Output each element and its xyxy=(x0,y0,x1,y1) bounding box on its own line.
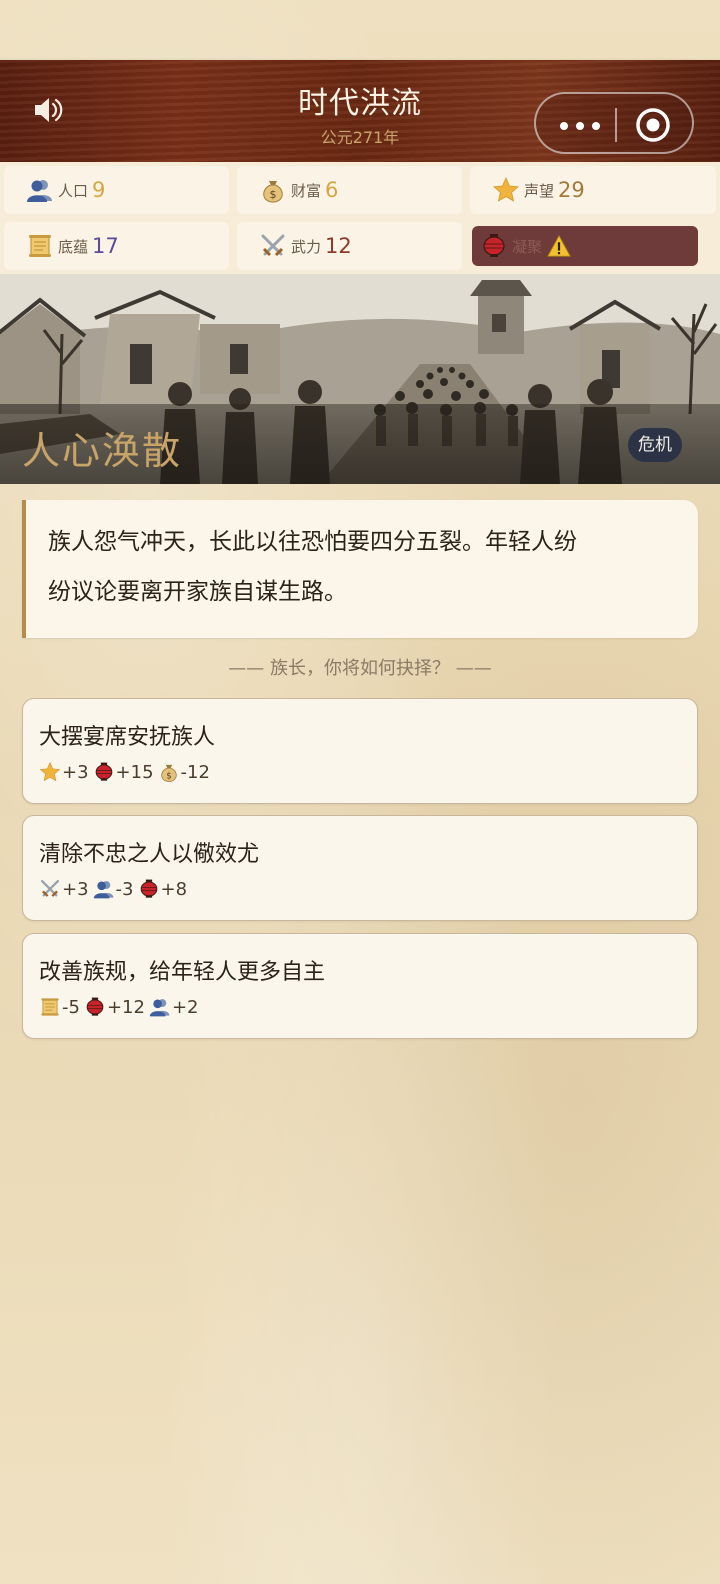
effect-item: -5 xyxy=(39,996,80,1018)
swords-icon xyxy=(259,232,287,260)
population-icon xyxy=(93,878,115,900)
warning-icon xyxy=(546,233,572,259)
description-line: 族人怨气冲天，长此以往恐怕要四分五裂。年轻人纷 xyxy=(48,529,577,555)
stat-wealth: 财富 6 xyxy=(237,166,462,214)
lantern-icon xyxy=(93,761,115,783)
effect-value: -3 xyxy=(115,878,134,900)
scroll-icon xyxy=(26,232,54,260)
stat-label: 底蕴 xyxy=(58,237,89,256)
effect-item: +2 xyxy=(149,996,199,1018)
effect-item: +3 xyxy=(39,761,89,783)
effect-value: +3 xyxy=(62,761,89,783)
choice-title: 大摆宴席安抚族人 xyxy=(39,725,216,750)
stat-label: 声望 xyxy=(524,181,555,200)
effect-item: -12 xyxy=(158,761,210,783)
swords-icon xyxy=(39,878,61,900)
stat-population: 人口 9 xyxy=(4,166,229,214)
effect-value: -12 xyxy=(180,761,210,783)
decision-prompt: —— 族长，你将如何抉择？ —— xyxy=(228,658,492,679)
choice-effects: -5 +12 +2 xyxy=(39,996,203,1018)
description-line: 纷议论要离开家族自谋生路。 xyxy=(48,579,347,605)
choice-effects: +3 -3 +8 xyxy=(39,878,191,900)
effect-item: +12 xyxy=(84,996,145,1018)
effect-value: +8 xyxy=(160,878,188,900)
lantern-icon xyxy=(138,878,160,900)
crisis-badge: 危机 xyxy=(628,428,682,462)
effect-item: +15 xyxy=(93,761,154,783)
effect-value: -5 xyxy=(62,996,80,1018)
stat-value: 12 xyxy=(325,234,352,258)
effect-value: +3 xyxy=(62,878,89,900)
app-header: 时代洪流 公元271年 xyxy=(0,60,720,162)
event-title: 人心涣散 xyxy=(22,429,183,473)
stat-value: 29 xyxy=(558,178,585,202)
effect-item: +3 xyxy=(39,878,89,900)
choice-effects: +3 +15 -12 xyxy=(39,761,214,783)
stat-value: 17 xyxy=(92,234,119,258)
lantern-icon xyxy=(84,996,106,1018)
effect-item: -3 xyxy=(93,878,134,900)
lantern-icon xyxy=(480,232,508,260)
stats-panel: 人口 9 财富 6 声望 29 底蕴 17 武力 12 凝聚 xyxy=(0,162,720,274)
stat-military: 武力 12 xyxy=(237,222,462,270)
more-menu-icon[interactable] xyxy=(554,108,610,142)
stat-label: 凝聚 xyxy=(512,237,543,256)
stat-prestige: 声望 29 xyxy=(470,166,716,214)
scroll-icon xyxy=(39,996,61,1018)
effect-value: +2 xyxy=(171,996,199,1018)
event-description: 族人怨气冲天，长此以往恐怕要四分五裂。年轻人纷 纷议论要离开家族自谋生路。 xyxy=(22,500,698,638)
stat-cohesion: 凝聚 xyxy=(472,226,698,266)
choice-title: 清除不忠之人以儆效尤 xyxy=(39,842,260,867)
choice-feast[interactable]: 大摆宴席安抚族人 +3 +15 -12 xyxy=(22,698,698,804)
close-miniprogram-icon[interactable] xyxy=(634,106,672,144)
miniprogram-capsule xyxy=(534,92,694,154)
star-icon xyxy=(39,761,61,783)
event-illustration: 人心涣散 危机 xyxy=(0,274,720,484)
stat-value: 6 xyxy=(325,178,339,202)
effect-item: +8 xyxy=(138,878,188,900)
choice-title: 改善族规，给年轻人更多自主 xyxy=(39,960,326,985)
population-icon xyxy=(26,176,54,204)
choice-reform[interactable]: 改善族规，给年轻人更多自主 -5 +12 +2 xyxy=(22,933,698,1039)
choice-purge[interactable]: 清除不忠之人以儆效尤 +3 -3 +8 xyxy=(22,815,698,921)
stat-label: 武力 xyxy=(291,237,322,256)
money-bag-icon xyxy=(259,176,287,204)
effect-value: +12 xyxy=(106,996,145,1018)
stat-label: 财富 xyxy=(291,181,322,200)
effect-value: +15 xyxy=(115,761,154,783)
capsule-divider xyxy=(615,108,617,142)
stat-label: 人口 xyxy=(58,181,89,200)
star-icon xyxy=(492,176,520,204)
stat-heritage: 底蕴 17 xyxy=(4,222,229,270)
stat-value: 9 xyxy=(92,178,106,202)
population-icon xyxy=(149,996,171,1018)
money-bag-icon xyxy=(158,761,180,783)
